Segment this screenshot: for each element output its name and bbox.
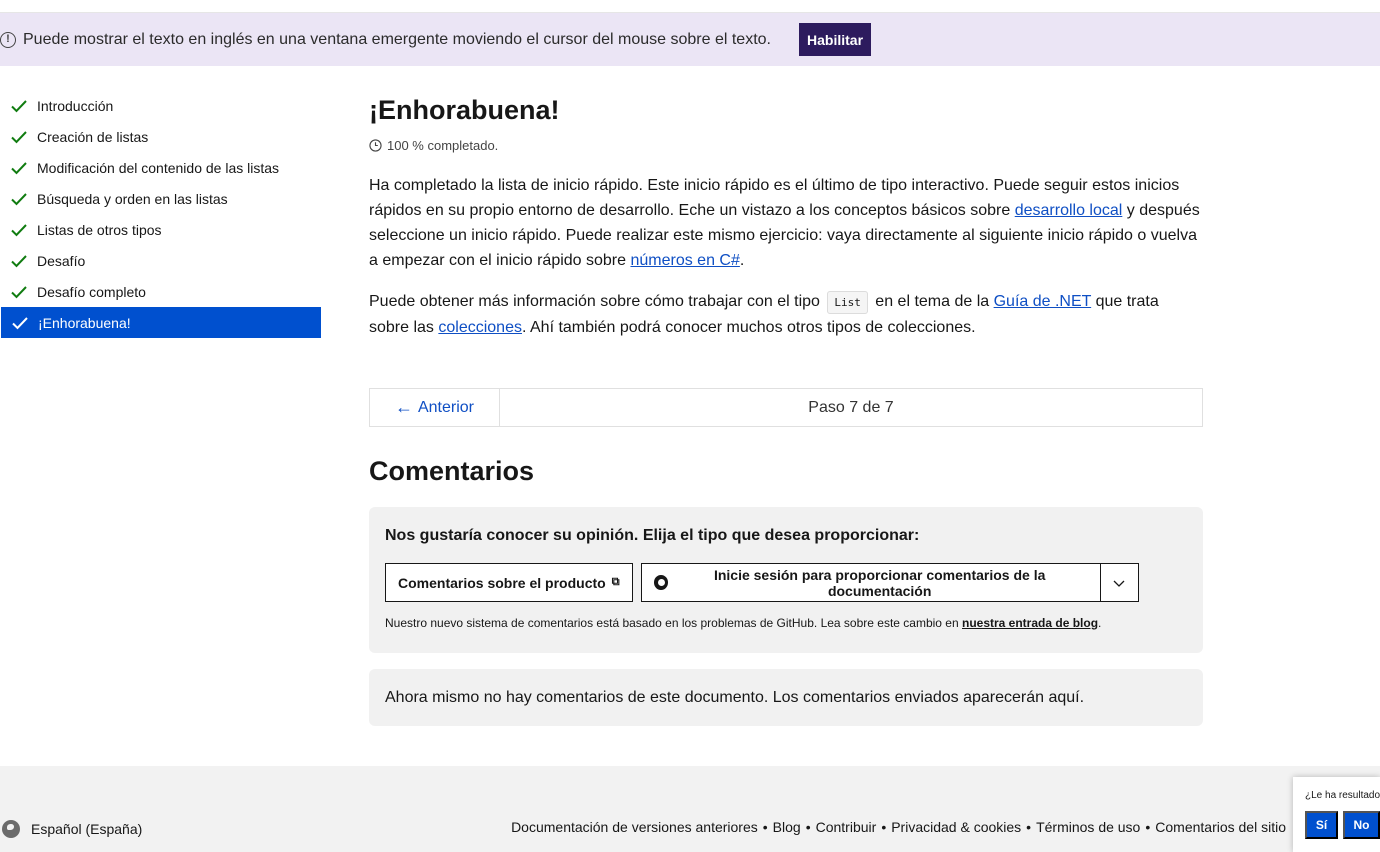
github-signin-label: Inicie sesión para proporcionar comentar…: [713, 566, 1046, 599]
rating-yes-button[interactable]: Sí: [1305, 811, 1338, 839]
sidebar-item-modificacion[interactable]: Modificación del contenido de las listas: [0, 152, 322, 183]
sidebar-item-label: Introducción: [37, 97, 114, 114]
sidebar-item-label: Listas de otros tipos: [37, 221, 162, 238]
footer-links: Documentación de versiones anteriores • …: [511, 819, 1286, 835]
product-feedback-button[interactable]: Comentarios sobre el producto ⧉: [385, 563, 633, 602]
footer-separator: •: [1145, 819, 1151, 835]
check-icon: [11, 254, 27, 267]
feedback-buttons: Comentarios sobre el producto ⧉ Inicie s…: [385, 563, 1187, 602]
external-link-icon: ⧉: [611, 576, 620, 588]
text-segment: Nuestro nuevo sistema de comentarios est…: [385, 616, 962, 630]
link-colecciones[interactable]: colecciones: [438, 319, 522, 336]
sidebar-item-enhorabuena[interactable]: ¡Enhorabuena!: [1, 307, 321, 338]
rating-no-button[interactable]: No: [1343, 811, 1380, 839]
comments-title: Comentarios: [369, 456, 535, 486]
chevron-down-icon: [1113, 580, 1125, 587]
feedback-question: Nos gustaría conocer su opinión. Elija e…: [385, 527, 920, 544]
text-segment: en el tema de la: [870, 293, 994, 310]
check-icon: [11, 192, 27, 205]
paragraph-more-info: Puede obtener más información sobre cómo…: [369, 289, 1203, 340]
paragraph-summary: Ha completado la lista de inicio rápido.…: [369, 173, 1203, 273]
check-icon: [11, 99, 27, 112]
footer-separator: •: [881, 819, 887, 835]
github-icon: [653, 575, 668, 590]
footer-link-site-feedback[interactable]: Comentarios del sitio: [1155, 819, 1286, 835]
page-title: ¡Enhorabuena!: [369, 95, 560, 125]
footer-separator: •: [762, 819, 768, 835]
text-segment: Puede obtener más información sobre cómo…: [369, 293, 825, 310]
github-signin-button[interactable]: Inicie sesión para proporcionar comentar…: [640, 563, 1100, 602]
page-rating-popup: ¿Le ha resultado útil esta página? Sí No: [1293, 777, 1380, 852]
sidebar-item-busqueda[interactable]: Búsqueda y orden en las listas: [0, 183, 322, 214]
check-icon: [11, 161, 27, 174]
footer-link-blog[interactable]: Blog: [773, 819, 801, 835]
footer-link-privacy[interactable]: Privacidad & cookies: [891, 819, 1021, 835]
sidebar-item-label: Desafío completo: [37, 283, 146, 300]
product-feedback-label: Comentarios sobre el producto: [398, 574, 606, 591]
footer-separator: •: [805, 819, 811, 835]
progress-text: 100 % completado.: [387, 138, 499, 153]
sidebar-item-label: Desafío: [37, 252, 86, 269]
progress-indicator: 100 % completado.: [369, 138, 1203, 153]
text-segment: . Ahí también podrá conocer muchos otros…: [521, 319, 976, 336]
footer-link-contribute[interactable]: Contribuir: [816, 819, 877, 835]
language-selector[interactable]: Español (España): [2, 820, 142, 838]
feedback-note: Nuestro nuevo sistema de comentarios est…: [385, 616, 1187, 630]
sidebar-item-label: ¡Enhorabuena!: [38, 314, 131, 331]
globe-icon: [2, 820, 20, 838]
info-icon: !: [0, 31, 16, 48]
inline-code: List: [827, 291, 868, 314]
arrow-left-icon: ←: [394, 397, 413, 417]
footer-link-terms[interactable]: Términos de uso: [1036, 819, 1140, 835]
step-indicator: Paso 7 de 7: [808, 398, 894, 416]
text-segment: .: [1098, 616, 1102, 630]
sidebar-item-desafio[interactable]: Desafío: [0, 245, 322, 276]
link-numeros-csharp[interactable]: números en C#: [630, 252, 739, 269]
check-icon: [12, 316, 28, 329]
sidebar-item-label: Búsqueda y orden en las listas: [37, 190, 228, 207]
sidebar-item-otros-tipos[interactable]: Listas de otros tipos: [0, 214, 322, 245]
blog-post-link[interactable]: nuestra entrada de blog: [962, 616, 1098, 630]
check-icon: [11, 130, 27, 143]
language-label: Español (España): [31, 821, 143, 837]
sidebar-item-introduccion[interactable]: Introducción: [0, 90, 322, 121]
translation-banner: ! Puede mostrar el texto en inglés en un…: [0, 13, 1380, 66]
previous-label: Anterior: [417, 398, 475, 416]
check-icon: [11, 285, 27, 298]
tutorial-sidebar: Introducción Creación de listas Modifica…: [0, 90, 322, 338]
no-comments-message: Ahora mismo no hay comentarios de este d…: [369, 669, 1203, 726]
footer-separator: •: [1026, 819, 1032, 835]
text-segment: .: [739, 252, 745, 269]
sidebar-item-creacion[interactable]: Creación de listas: [0, 121, 322, 152]
sidebar-item-desafio-completo[interactable]: Desafío completo: [0, 276, 322, 307]
check-icon: [11, 223, 27, 236]
main-content: ¡Enhorabuena! 100 % completado. Ha compl…: [369, 90, 1203, 340]
link-guia-net[interactable]: Guía de .NET: [994, 293, 1092, 310]
sidebar-item-label: Modificación del contenido de las listas: [37, 159, 280, 176]
step-pager: ← Anterior Paso 7 de 7: [369, 388, 1203, 427]
feedback-dropdown-button[interactable]: [1099, 563, 1139, 602]
footer-link-previous-versions[interactable]: Documentación de versiones anteriores: [511, 819, 758, 835]
feedback-box: Nos gustaría conocer su opinión. Elija e…: [369, 507, 1203, 653]
banner-text: Puede mostrar el texto en inglés en una …: [23, 30, 771, 48]
link-desarrollo-local[interactable]: desarrollo local: [1015, 202, 1123, 219]
sidebar-item-label: Creación de listas: [37, 128, 149, 145]
enable-button[interactable]: Habilitar: [799, 23, 872, 56]
footer: Español (España) Documentación de versio…: [0, 766, 1380, 852]
rating-question: ¿Le ha resultado útil esta página?: [1305, 790, 1380, 801]
previous-button[interactable]: ← Anterior: [370, 389, 500, 426]
clock-icon: [369, 139, 382, 152]
